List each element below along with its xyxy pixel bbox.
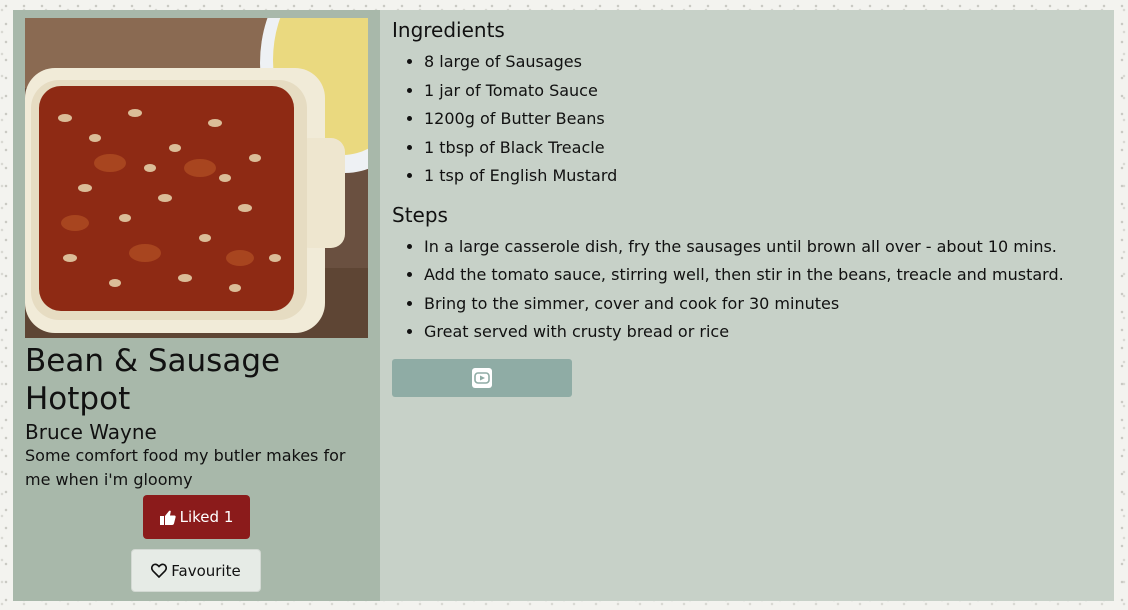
- steps-heading: Steps: [392, 202, 448, 227]
- step-item: Great served with crusty bread or rice: [424, 318, 1102, 347]
- favourite-button-label: Favourite: [171, 561, 241, 580]
- recipe-author: Bruce Wayne: [25, 420, 157, 444]
- step-item: Add the tomato sauce, stirring well, the…: [424, 261, 1102, 290]
- thumbs-up-icon: [159, 510, 176, 525]
- steps-list: In a large casserole dish, fry the sausa…: [392, 233, 1102, 347]
- ingredient-item: 1200g of Butter Beans: [424, 105, 1102, 134]
- recipe-title: Bean & Sausage Hotpot: [25, 343, 281, 417]
- like-button[interactable]: Liked 1: [143, 495, 250, 539]
- video-button[interactable]: [392, 358, 572, 397]
- ingredient-item: 1 tsp of English Mustard: [424, 162, 1102, 191]
- step-item: In a large casserole dish, fry the sausa…: [424, 233, 1102, 262]
- ingredient-item: 1 jar of Tomato Sauce: [424, 77, 1102, 106]
- favourite-button[interactable]: Favourite: [131, 549, 261, 592]
- recipe-description: Some comfort food my butler makes for me…: [25, 446, 346, 489]
- ingredients-list: 8 large of Sausages 1 jar of Tomato Sauc…: [392, 48, 1102, 191]
- ingredient-item: 1 tbsp of Black Treacle: [424, 134, 1102, 163]
- heart-outline-icon: [151, 563, 168, 578]
- recipe-details-panel: Ingredients 8 large of Sausages 1 jar of…: [380, 10, 1114, 601]
- step-item: Bring to the simmer, cover and cook for …: [424, 290, 1102, 319]
- like-button-label: Liked 1: [179, 508, 234, 526]
- youtube-icon: [472, 367, 492, 388]
- recipe-summary-panel: Bean & Sausage Hotpot Bruce Wayne Some c…: [13, 10, 380, 601]
- recipe-photo: [25, 18, 368, 338]
- ingredient-item: 8 large of Sausages: [424, 48, 1102, 77]
- recipe-card: Bean & Sausage Hotpot Bruce Wayne Some c…: [13, 10, 1114, 601]
- ingredients-heading: Ingredients: [392, 18, 505, 42]
